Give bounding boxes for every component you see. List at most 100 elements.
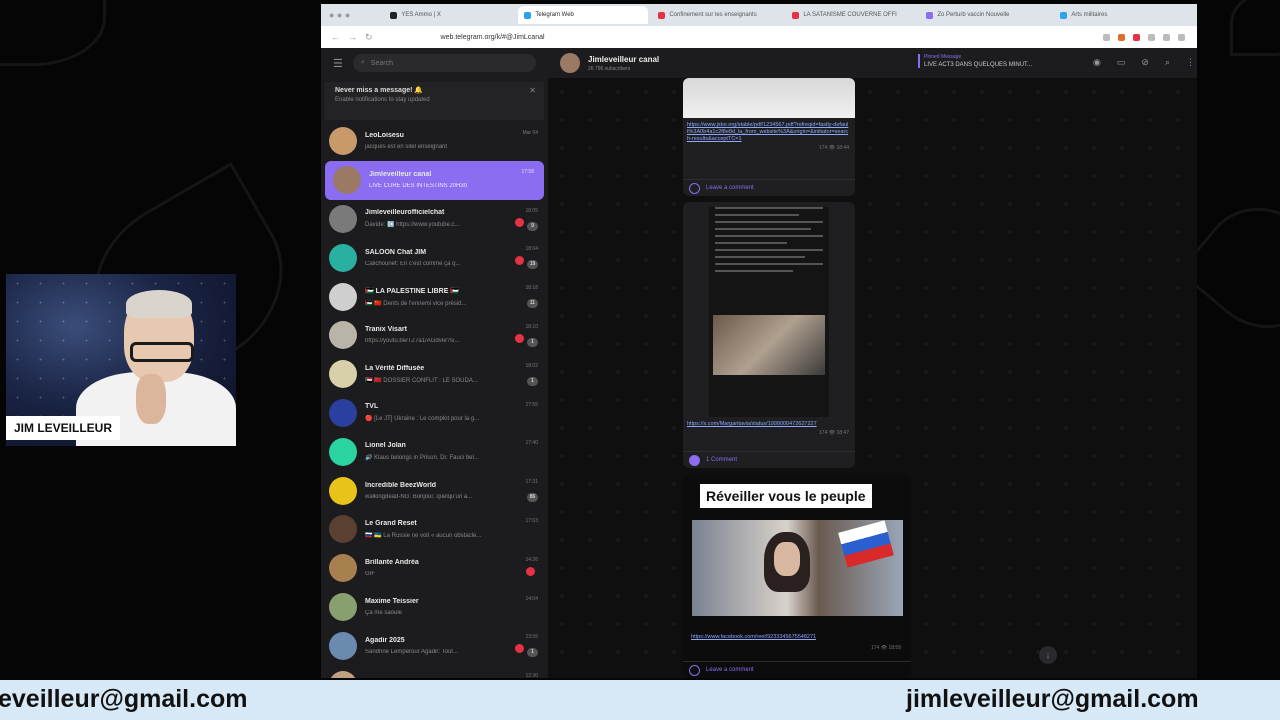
- shield-icon[interactable]: [1118, 33, 1125, 41]
- chat-time: 17:40: [525, 440, 538, 447]
- chat-list-item[interactable]: SALOON Chat JIM Calichounet: En c'est com…: [321, 238, 548, 277]
- chat-avatar: [329, 127, 357, 156]
- notification-banner[interactable]: Never miss a message! 🔔 Enable notificat…: [325, 82, 544, 120]
- video-thumbnail[interactable]: [692, 520, 903, 616]
- mention-icon: [526, 566, 535, 576]
- channel-post: Réveiller vous le peuple https://www.fac…: [683, 476, 911, 678]
- chat-list-sidebar: ☰ ⌕ Search Never miss a message! 🔔 Enabl…: [321, 48, 548, 678]
- unread-badge: 11: [527, 299, 538, 309]
- leave-comment-button[interactable]: Leave a comment: [683, 179, 855, 196]
- browser-tab[interactable]: YES Ammo | X: [384, 6, 514, 24]
- chat-avatar: [329, 515, 357, 544]
- browser-tab[interactable]: Telegram Web: [518, 6, 649, 24]
- chat-list-item[interactable]: Lionel Jolan 🔊 Klaus belongs in Prison. D…: [321, 432, 548, 471]
- chat-list-item[interactable]: Tranix Visart https://youtu.be/TZ7a1/AGdv…: [321, 316, 548, 355]
- webcam-name-label: JIM LEVEILLEUR: [6, 416, 121, 440]
- background-leaf-shape: [1230, 0, 1280, 56]
- screen: JIM LEVEILLEUR ● ● ● YES Ammo | X Telegra…: [0, 0, 1280, 720]
- message-area: https://www.jstor.org/stable/pdf/1234567…: [548, 78, 1197, 678]
- url-field[interactable]: web.telegram.org/k/#@JimLcanal: [441, 34, 545, 41]
- chat-name: TVL: [365, 403, 379, 411]
- extension-icon[interactable]: [1133, 33, 1140, 41]
- chat-list-item[interactable]: LeoLoisesu jacques est en sitel enseignan…: [321, 122, 548, 161]
- post-link[interactable]: https://x.com/Margaritavia/status/199900…: [683, 421, 855, 428]
- notification-title: Never miss a message! 🔔: [335, 87, 424, 94]
- chat-list-item[interactable]: La Vérité Diffusée 🇸🇩 🇲🇦 DOSSIER CONFLIT …: [321, 355, 548, 394]
- chat-list-item[interactable]: Brillante Andréa GIF 14:26: [321, 549, 548, 588]
- chat-time: 17:03: [525, 517, 538, 524]
- commenter-avatar: [689, 454, 700, 466]
- pinned-text: LIVE ACT3 DANS QUELQUES MINUT...: [924, 62, 1033, 68]
- chat-list-item[interactable]: Le Grand Reset 🇷🇺 🇺🇦 La Russie ne voit « …: [321, 510, 548, 549]
- bookmark-icon[interactable]: [1103, 33, 1110, 41]
- pinned-label: Pinned Message: [924, 54, 962, 60]
- chat-preview: walkingdead-NG: Bonjour, quelqu'un a...: [365, 493, 473, 500]
- chat-list-item[interactable]: Incredible BeezWorld walkingdead-NG: Bonj…: [321, 471, 548, 510]
- comments-button[interactable]: 1 Comment: [683, 451, 855, 468]
- more-options-icon[interactable]: ⋮: [1186, 57, 1195, 68]
- chat-avatar: [329, 437, 357, 466]
- chat-list-item[interactable]: Agadir 2025 Sandrine Lemperour Agadir: To…: [321, 626, 548, 665]
- scroll-down-icon[interactable]: ↓: [1039, 646, 1057, 664]
- chat-avatar: [329, 204, 357, 233]
- forward-icon[interactable]: →: [348, 32, 357, 42]
- mute-icon[interactable]: ⊘: [1141, 57, 1149, 68]
- live-stream-icon[interactable]: ◉: [1093, 57, 1101, 68]
- post-link[interactable]: https://www.facebook.com/reel/9233345675…: [687, 634, 907, 641]
- post-link[interactable]: https://www.jstor.org/stable/pdf/1234567…: [683, 122, 855, 143]
- back-icon[interactable]: ←: [331, 32, 340, 42]
- chat-list-item[interactable]: TVL 🔴 [Le JT] Ukraine : Le complot pour l…: [321, 394, 548, 433]
- tab-favicon-icon: [792, 11, 800, 19]
- browser-tab[interactable]: Confinement sur les enseignants: [652, 6, 782, 24]
- browser-tab[interactable]: Arts militaires: [1054, 6, 1184, 24]
- chat-preview: 🇸🇩 🇲🇦 DOSSIER CONFLIT : LE SOUDA...: [365, 377, 478, 384]
- chat-name: Incredible BeezWorld: [365, 481, 437, 489]
- chat-avatar: [329, 631, 357, 660]
- wallet-icon[interactable]: [1163, 33, 1170, 41]
- menu-icon[interactable]: [1178, 33, 1185, 41]
- channel-subscribers: 26 796 subscribers: [588, 65, 631, 72]
- post-image[interactable]: [683, 78, 855, 118]
- chat-list-item[interactable]: Jimleveilleur canal LIVE CURE DES INTESTI…: [325, 160, 544, 200]
- mention-icon: [515, 333, 524, 343]
- search-input[interactable]: ⌕ Search: [352, 54, 536, 72]
- chat-avatar: [329, 592, 357, 621]
- reload-icon[interactable]: ↻: [365, 32, 373, 43]
- chat-name: La Vérité Diffusée: [365, 364, 425, 372]
- unread-badge: 9: [527, 221, 538, 231]
- chat-list-item[interactable]: JIMLEVEILLEUR SANTE12:30: [321, 665, 548, 678]
- chat-avatar: [329, 282, 357, 311]
- tab-favicon-icon: [658, 11, 666, 19]
- leave-comment-button[interactable]: Leave a comment: [683, 661, 911, 678]
- chat-name: Maxime Teissier: [365, 597, 419, 605]
- browser-tab[interactable]: Zo Perturb vaccin Nouvelle: [920, 6, 1050, 24]
- tab-favicon-icon: [390, 11, 398, 19]
- browser-window: ● ● ● YES Ammo | X Telegram Web Confinemen…: [321, 4, 1197, 678]
- chat-list-item[interactable]: Maxime Teissier Ça me saoule 14:04: [321, 588, 548, 627]
- sidebar-icon[interactable]: [1148, 33, 1155, 41]
- window-controls[interactable]: ● ● ●: [329, 10, 350, 20]
- search-icon[interactable]: ⌕: [1165, 57, 1170, 68]
- chat-list-item[interactable]: Jimleveilleurofficielchat Davide: 🆗 https…: [321, 200, 548, 239]
- channel-avatar[interactable]: [560, 53, 580, 73]
- browser-tab[interactable]: LA SATANISME COUVERNE OFFI: [786, 6, 916, 24]
- hamburger-menu-icon[interactable]: ☰: [333, 57, 343, 70]
- chat-name: Tranix Visart: [365, 326, 407, 334]
- unread-badge: 1: [527, 648, 538, 658]
- chat-avatar: [329, 243, 357, 272]
- comments-icon[interactable]: ▭: [1117, 57, 1126, 68]
- chat-name: Jimleveilleurofficielchat: [365, 209, 445, 217]
- chat-preview: 🇵🇸 🇨🇳 Dents de l'ennemi vice présid...: [365, 300, 467, 307]
- post-image[interactable]: [709, 207, 829, 417]
- tab-label: Arts militaires: [1071, 12, 1108, 18]
- background-leaf-shape: [0, 0, 106, 66]
- mention-icon: [515, 217, 524, 227]
- post-meta: 174 👁 18:44: [819, 145, 849, 151]
- chat-time: 17:55: [525, 401, 538, 408]
- channel-title[interactable]: Jimleveilleur canal: [588, 55, 659, 64]
- chat-list-item[interactable]: 🇵🇸 LA PALESTINE LIBRE 🇵🇸 🇵🇸 🇨🇳 Dents de l…: [321, 277, 548, 316]
- pinned-message[interactable]: Pinned Message LIVE ACT3 DANS QUELQUES M…: [918, 54, 1032, 68]
- chat-preview: 🔊 Klaus belongs in Prison. Dr. Fauci bel…: [365, 455, 479, 462]
- tab-favicon-icon: [926, 11, 934, 19]
- close-icon[interactable]: ✕: [529, 86, 536, 95]
